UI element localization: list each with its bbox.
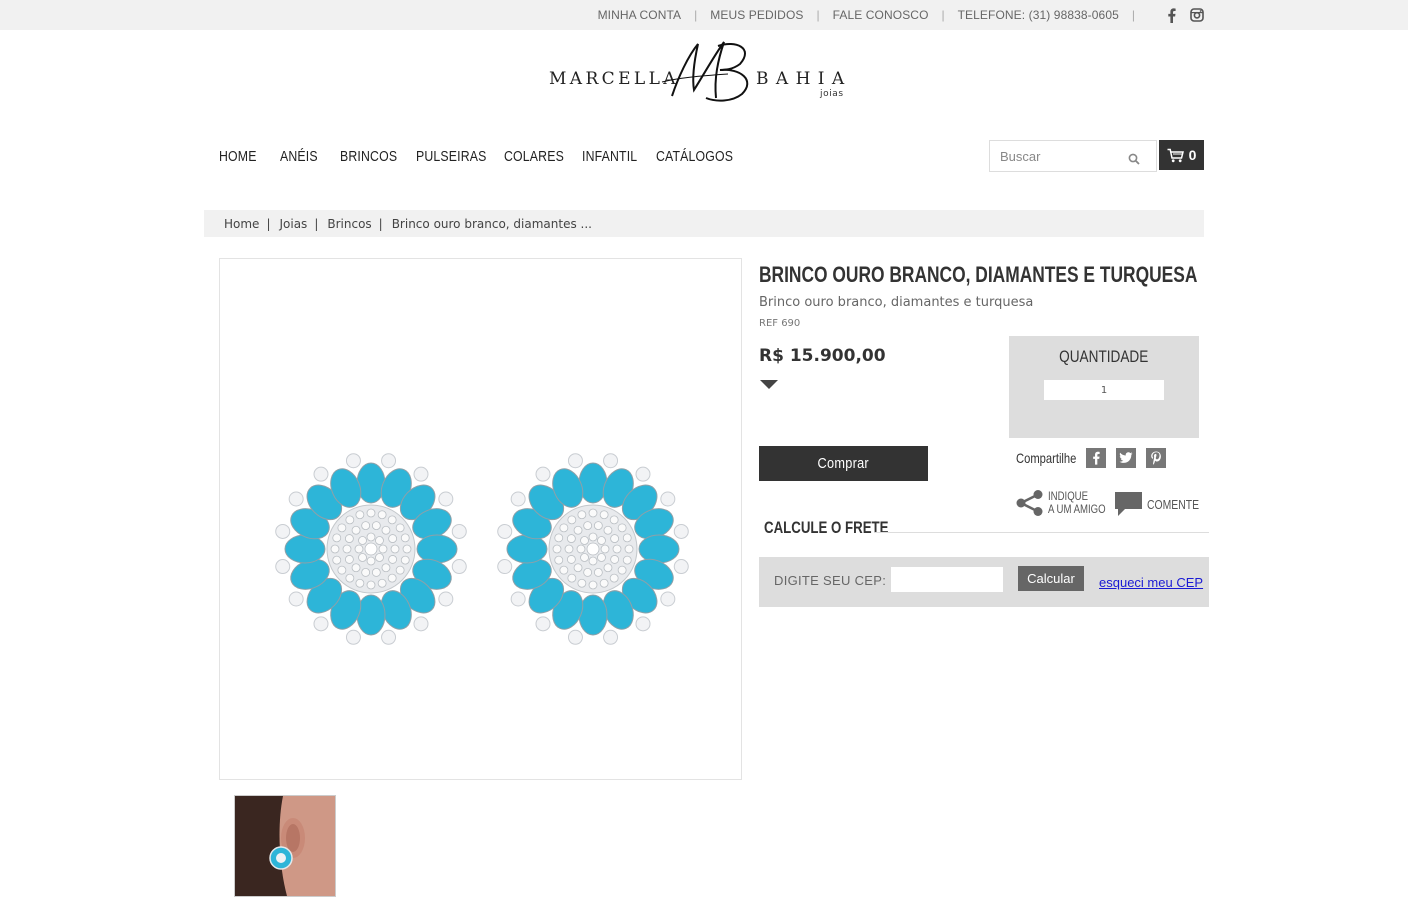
- share-pinterest-icon[interactable]: [1146, 448, 1166, 468]
- instagram-icon[interactable]: [1190, 8, 1204, 22]
- share-label: Compartilhe: [1016, 450, 1077, 466]
- breadcrumb-home[interactable]: Home: [224, 217, 259, 231]
- earrings-illustration: [275, 453, 689, 645]
- product-ref: REF 690: [759, 318, 801, 329]
- thumbnail-ear-image: [235, 796, 335, 896]
- shipping-title: CALCULE O FRETE: [764, 518, 889, 537]
- price-options-arrow-icon[interactable]: [760, 380, 778, 389]
- indique-line1: INDIQUE: [1048, 489, 1089, 503]
- breadcrumb-separator: |: [378, 216, 383, 231]
- search-icon[interactable]: [1128, 150, 1140, 169]
- product-thumbnail[interactable]: [234, 795, 336, 897]
- share-network-icon: [1016, 490, 1043, 516]
- cep-label: DIGITE SEU CEP:: [774, 573, 887, 588]
- brand-logo[interactable]: MARCELLA BAHIA joias: [548, 38, 860, 108]
- product-subtitle: Brinco ouro branco, diamantes e turquesa: [759, 295, 1034, 310]
- nav-item-home[interactable]: HOME: [219, 148, 257, 165]
- product-main-image[interactable]: [219, 258, 742, 780]
- nav-item-pulseiras[interactable]: PULSEIRAS: [416, 148, 487, 165]
- nav-item-brincos[interactable]: BRINCOS: [340, 148, 397, 165]
- minha-conta-link[interactable]: MINHA CONTA: [598, 8, 682, 22]
- cart-button[interactable]: 0: [1159, 140, 1204, 170]
- separator: |: [1131, 8, 1135, 22]
- facebook-icon[interactable]: [1164, 7, 1178, 23]
- logo-monogram: [661, 41, 749, 102]
- indique-line2: A UM AMIGO: [1048, 502, 1106, 516]
- fale-conosco-link[interactable]: FALE CONOSCO: [833, 8, 929, 22]
- top-bar: MINHA CONTA | MEUS PEDIDOS | FALE CONOSC…: [0, 0, 1408, 30]
- separator: |: [941, 8, 945, 22]
- logo-word-right: BAHIA: [756, 69, 852, 89]
- breadcrumb-separator: |: [314, 216, 319, 231]
- search-box: [989, 140, 1157, 172]
- nav-item-colares[interactable]: COLARES: [504, 148, 564, 165]
- separator: |: [816, 8, 820, 22]
- nav-item-aneis[interactable]: ANÉIS: [280, 148, 318, 165]
- comente-button[interactable]: COMENTE: [1115, 492, 1212, 516]
- breadcrumb-current: Brinco ouro branco, diamantes ...: [391, 216, 592, 231]
- share-bar: Compartilhe: [1016, 448, 1176, 468]
- buy-button-label: Comprar: [817, 455, 870, 472]
- quantity-input[interactable]: [1044, 380, 1164, 400]
- main-nav: HOME ANÉIS BRINCOS PULSEIRAS COLARES INF…: [219, 146, 746, 166]
- shipping-divider: [874, 532, 1209, 533]
- nav-item-catalogos[interactable]: CATÁLOGOS: [656, 148, 733, 165]
- meus-pedidos-link[interactable]: MEUS PEDIDOS: [710, 8, 803, 22]
- cart-icon: [1167, 148, 1184, 162]
- share-twitter-icon[interactable]: [1116, 448, 1136, 468]
- product-price: R$ 15.900,00: [759, 346, 886, 366]
- share-facebook-icon[interactable]: [1086, 448, 1106, 468]
- breadcrumb-joias[interactable]: Joias: [279, 217, 307, 231]
- esqueci-cep-link[interactable]: esqueci meu CEP: [1099, 575, 1203, 590]
- cep-box: DIGITE SEU CEP: Calcular esqueci meu CEP: [759, 557, 1209, 607]
- breadcrumb-brincos[interactable]: Brincos: [327, 217, 371, 231]
- product-title: BRINCO OURO BRANCO, DIAMANTES E TURQUESA: [759, 262, 1198, 287]
- quantity-label: QUANTIDADE: [1059, 347, 1149, 366]
- top-links: MINHA CONTA | MEUS PEDIDOS | FALE CONOSC…: [598, 0, 1204, 30]
- telefone-text: TELEFONE: (31) 98838-0605: [957, 8, 1119, 22]
- search-input[interactable]: [990, 141, 1120, 171]
- cart-count: 0: [1188, 147, 1197, 163]
- quantity-box: QUANTIDADE: [1009, 336, 1199, 438]
- breadcrumb-separator: |: [266, 216, 271, 231]
- calcular-button[interactable]: Calcular: [1018, 566, 1084, 591]
- indique-amigo-button[interactable]: INDIQUE A UM AMIGO: [1016, 490, 1120, 516]
- logo-tagline: joias: [820, 89, 844, 99]
- indique-label: INDIQUE A UM AMIGO: [1048, 490, 1106, 516]
- nav-item-infantil[interactable]: INFANTIL: [582, 148, 637, 165]
- cep-input[interactable]: [891, 567, 1003, 592]
- buy-button[interactable]: Comprar: [759, 446, 928, 481]
- breadcrumb: Home | Joias | Brincos | Brinco ouro bra…: [204, 210, 1204, 237]
- comente-label: COMENTE: [1147, 496, 1199, 512]
- comment-icon: [1115, 492, 1142, 516]
- separator: |: [694, 8, 698, 22]
- social-links: [1152, 7, 1204, 23]
